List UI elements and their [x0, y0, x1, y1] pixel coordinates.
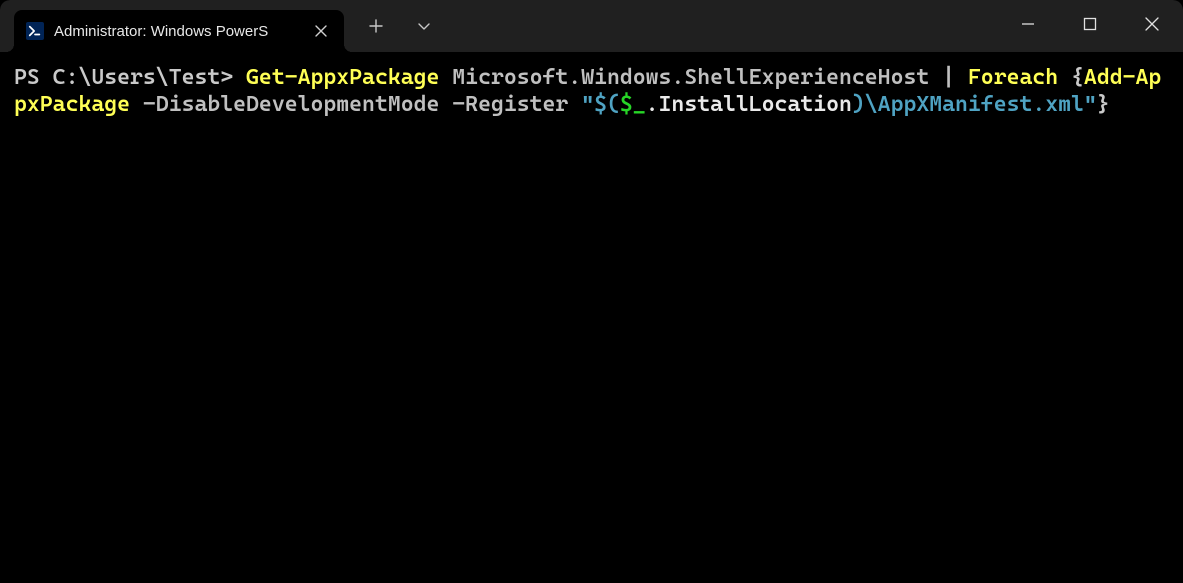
close-tab-button[interactable] — [312, 22, 330, 40]
terminal-segment: " — [1084, 92, 1097, 117]
terminal-body[interactable]: PS C:\Users\Test> Get-AppxPackage Micros… — [0, 52, 1183, 583]
terminal-window: Administrator: Windows PowerS — [0, 0, 1183, 583]
powershell-icon — [26, 22, 44, 40]
window-controls — [997, 4, 1183, 44]
terminal-segment: ) — [852, 92, 865, 117]
terminal-segment: PS C:\Users\Test> — [14, 65, 246, 90]
terminal-segment: -DisableDevelopmentMode -Register — [130, 92, 581, 117]
maximize-button[interactable] — [1059, 4, 1121, 44]
titlebar: Administrator: Windows PowerS — [0, 0, 1183, 52]
terminal-segment: Get-AppxPackage — [246, 65, 439, 90]
terminal-segment: } — [1097, 92, 1110, 117]
new-tab-dropdown[interactable] — [400, 0, 448, 52]
tab-powershell[interactable]: Administrator: Windows PowerS — [14, 10, 344, 52]
terminal-segment: \AppXManifest.xml — [865, 92, 1084, 117]
terminal-segment: Foreach — [968, 65, 1058, 90]
terminal-segment: { — [1058, 65, 1084, 90]
close-window-button[interactable] — [1121, 4, 1183, 44]
tabstrip-buttons — [352, 0, 448, 52]
terminal-segment: | — [942, 65, 968, 90]
terminal-segment: Microsoft.Windows.ShellExperienceHost — [439, 65, 942, 90]
tab-title: Administrator: Windows PowerS — [54, 23, 300, 40]
terminal-segment: "$( — [581, 92, 620, 117]
terminal-segment: $_ — [620, 92, 646, 117]
new-tab-button[interactable] — [352, 0, 400, 52]
minimize-button[interactable] — [997, 4, 1059, 44]
tab-strip: Administrator: Windows PowerS — [0, 0, 344, 52]
terminal-segment: .InstallLocation — [646, 92, 852, 117]
